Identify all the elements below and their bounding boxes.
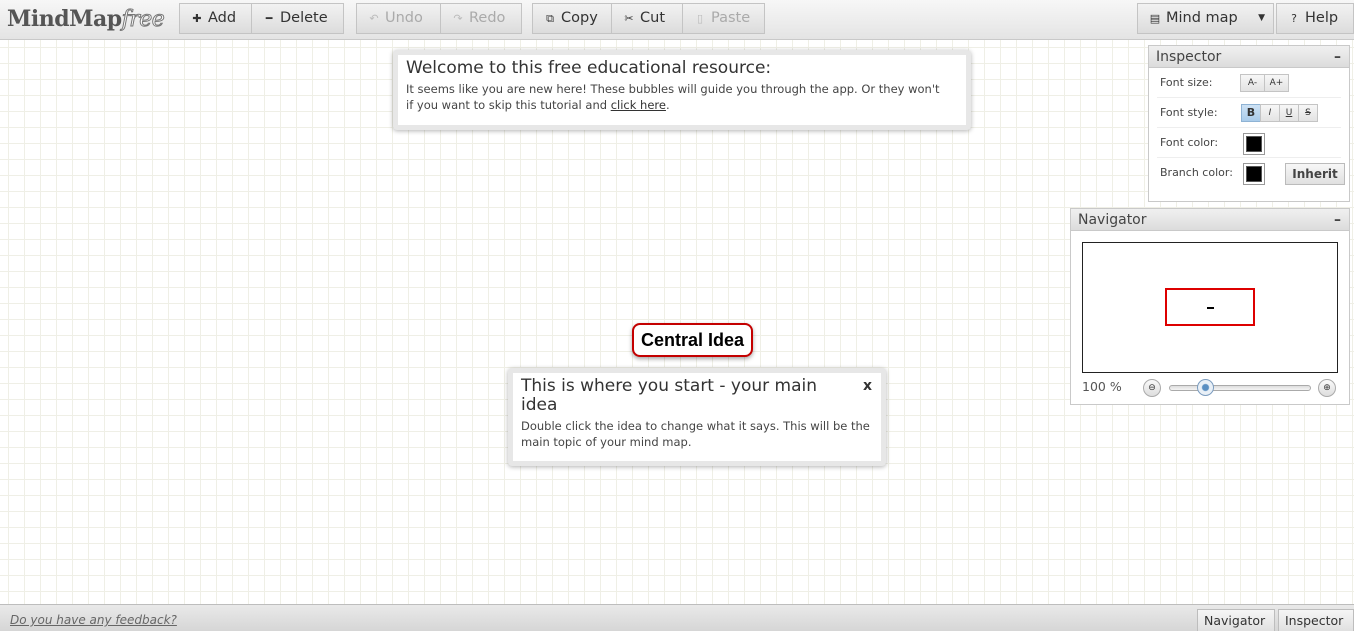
inspector-panel: Inspector – Font size: A- A+ Font style:… <box>1148 45 1350 202</box>
add-label: Add <box>208 10 237 26</box>
font-size-label: Font size: <box>1160 76 1213 89</box>
redo-label: Redo <box>469 10 506 26</box>
redo-icon: ↷ <box>453 12 463 25</box>
question-icon: ? <box>1291 12 1297 25</box>
start-bubble: This is where you start - your main idea… <box>508 368 886 466</box>
font-size-decrease-button[interactable]: A- <box>1240 74 1265 92</box>
copy-button[interactable]: ⧉ Copy <box>532 3 612 34</box>
inspector-title: Inspector <box>1156 49 1222 65</box>
cut-label: Cut <box>640 10 665 26</box>
redo-button[interactable]: ↷ Redo <box>440 3 522 34</box>
toolbar: MindMapfree ✚ Add ━ Delete ↶ Undo ↷ Redo ⧉ Co… <box>0 0 1354 40</box>
minus-icon: ━ <box>265 12 273 25</box>
font-color-swatch[interactable] <box>1243 133 1265 155</box>
inspector-header: Inspector – <box>1149 46 1349 68</box>
underline-button[interactable]: U <box>1279 104 1299 122</box>
italic-button[interactable]: I <box>1260 104 1280 122</box>
strikethrough-button[interactable]: S <box>1298 104 1318 122</box>
mindmap-menu-label: Mind map <box>1166 10 1238 26</box>
delete-label: Delete <box>280 10 328 26</box>
start-title: This is where you start - your main idea <box>521 376 818 415</box>
copy-icon: ⧉ <box>546 12 554 25</box>
logo-main: MindMap <box>7 6 122 32</box>
inherit-button[interactable]: Inherit <box>1285 163 1345 185</box>
minimize-icon[interactable]: – <box>1334 46 1341 68</box>
central-idea-node[interactable]: Central Idea <box>632 323 754 357</box>
font-color-fill <box>1246 136 1262 152</box>
undo-label: Undo <box>385 10 423 26</box>
welcome-title: Welcome to this free educational resourc… <box>406 58 772 78</box>
branch-color-row: Branch color: Inherit <box>1157 158 1345 188</box>
navigator-title: Navigator <box>1078 212 1147 228</box>
navigator-header: Navigator – <box>1071 209 1349 231</box>
font-color-label: Font color: <box>1160 136 1219 149</box>
viewport-rectangle[interactable] <box>1165 288 1255 326</box>
welcome-text: It seems like you are new here! These bu… <box>406 81 958 113</box>
skip-tutorial-link[interactable]: click here <box>611 98 666 112</box>
branch-color-fill <box>1246 166 1262 182</box>
bold-button[interactable]: B <box>1241 104 1261 122</box>
paste-label: Paste <box>711 10 751 26</box>
undo-button[interactable]: ↶ Undo <box>356 3 441 34</box>
close-icon[interactable]: x <box>863 378 872 394</box>
app-logo: MindMapfree <box>7 4 165 34</box>
undo-icon: ↶ <box>369 12 379 25</box>
font-size-row: Font size: A- A+ <box>1157 68 1341 98</box>
font-size-increase-button[interactable]: A+ <box>1264 74 1289 92</box>
start-text: Double click the idea to change what it … <box>521 419 870 449</box>
plus-icon: ✚ <box>192 12 202 25</box>
zoom-slider-handle[interactable] <box>1196 379 1214 396</box>
feedback-link[interactable]: Do you have any feedback? <box>10 613 177 627</box>
zoom-out-icon[interactable]: ⊖ <box>1143 379 1161 397</box>
font-style-row: Font style: B I U S <box>1157 98 1341 128</box>
welcome-text-line1: It seems like you are new here! These bu… <box>406 82 940 96</box>
zoom-in-icon[interactable]: ⊕ <box>1318 379 1336 397</box>
paste-button[interactable]: ▯ Paste <box>682 3 765 34</box>
welcome-text-line2: if you want to skip this tutorial and <box>406 98 611 112</box>
navigator-panel: Navigator – 100 % ⊖ ⊕ <box>1070 208 1350 405</box>
document-icon: ▤ <box>1149 12 1161 25</box>
font-style-label: Font style: <box>1160 106 1218 119</box>
zoom-slider-track[interactable] <box>1169 385 1311 391</box>
help-label: Help <box>1305 10 1339 26</box>
navigator-preview[interactable] <box>1082 242 1338 373</box>
mindmap-menu-button[interactable]: ▤ Mind map ▼ <box>1137 3 1274 34</box>
cut-button[interactable]: ✂ Cut <box>611 3 683 34</box>
delete-button[interactable]: ━ Delete <box>251 3 344 34</box>
add-button[interactable]: ✚ Add <box>179 3 252 34</box>
scissors-icon: ✂ <box>624 12 634 25</box>
help-button[interactable]: ? Help <box>1276 3 1354 34</box>
copy-label: Copy <box>561 10 598 26</box>
welcome-text-end: . <box>665 98 670 112</box>
logo-suffix: free <box>121 7 165 33</box>
navigator-toggle-button[interactable]: Navigator <box>1197 609 1275 631</box>
clipboard-icon: ▯ <box>696 12 704 25</box>
font-color-row: Font color: <box>1157 128 1341 158</box>
minimize-icon[interactable]: – <box>1334 209 1341 231</box>
welcome-bubble: Welcome to this free educational resourc… <box>393 50 971 130</box>
branch-color-label: Branch color: <box>1160 166 1233 179</box>
status-bar: Do you have any feedback? Navigator Insp… <box>0 604 1354 631</box>
branch-color-swatch[interactable] <box>1243 163 1265 185</box>
central-node-preview <box>1207 307 1214 309</box>
chevron-down-icon: ▼ <box>1258 13 1265 23</box>
zoom-level-label: 100 % <box>1082 379 1122 394</box>
inspector-toggle-button[interactable]: Inspector <box>1278 609 1354 631</box>
